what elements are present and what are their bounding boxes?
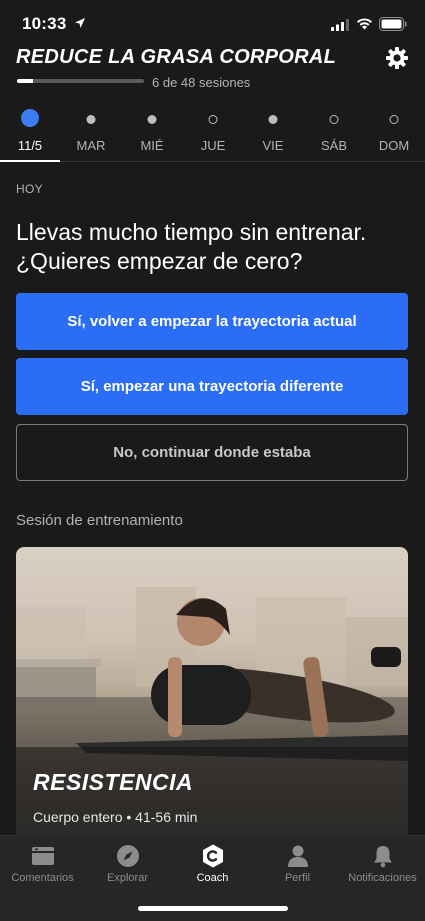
day-status-dot (86, 115, 96, 124)
workout-photo (16, 587, 408, 847)
program-progress-bar (17, 79, 144, 83)
tab-label: Coach (196, 872, 229, 884)
day-status-dot (208, 115, 218, 124)
tab-label: Perfil (284, 872, 311, 884)
day-label: MAR (76, 138, 106, 153)
day-label: 11/5 (17, 138, 43, 153)
day-label: JUE (200, 138, 226, 153)
day-tab-sab[interactable]: SÁB (304, 103, 364, 161)
continue-button[interactable]: No, continuar donde estaba (16, 424, 408, 481)
tab-notificaciones[interactable]: Notificaciones (340, 836, 425, 896)
program-progress-fill (17, 79, 33, 83)
day-status-dot (147, 115, 157, 124)
program-title: REDUCE LA GRASA CORPORAL (16, 46, 337, 68)
cellular-signal-icon (331, 19, 349, 31)
coach-icon (202, 844, 223, 868)
profile-icon (287, 845, 308, 867)
compass-icon (116, 845, 139, 867)
today-section-label: HOY (16, 182, 43, 196)
start-different-path-button[interactable]: Sí, empezar una trayectoria diferente (16, 358, 408, 415)
tab-comentarios[interactable]: Comentarios (0, 836, 85, 896)
day-status-dot (21, 109, 39, 127)
tab-explorar[interactable]: Explorar (85, 836, 170, 896)
program-progress-text: 6 de 48 sesiones (152, 75, 251, 90)
bell-icon (373, 846, 392, 868)
workout-meta: Cuerpo entero • 41-56 min (33, 809, 198, 825)
location-arrow-icon (75, 18, 85, 28)
status-time: 10:33 (22, 14, 67, 33)
session-section-label: Sesión de entrenamiento (16, 512, 183, 529)
day-tab-today[interactable]: 11/5 (0, 103, 60, 162)
day-label: DOM (378, 138, 410, 153)
status-bar: 10:33 (0, 0, 425, 46)
workout-card[interactable]: RESISTENCIA Cuerpo entero • 41-56 min (16, 547, 408, 847)
day-tab-mie[interactable]: MIÉ (122, 103, 182, 161)
day-tab-vie[interactable]: VIE (243, 103, 303, 161)
tab-perfil[interactable]: Perfil (255, 836, 340, 896)
day-status-dot (329, 115, 339, 124)
tab-label: Comentarios (11, 872, 74, 884)
gear-icon[interactable] (385, 46, 409, 70)
day-label: VIE (262, 138, 284, 153)
battery-icon (379, 17, 407, 31)
tab-label: Explorar (107, 872, 148, 884)
day-status-dot (389, 115, 399, 124)
day-tab-dom[interactable]: DOM (364, 103, 424, 161)
day-tab-jue[interactable]: JUE (183, 103, 243, 161)
day-status-dot (268, 115, 278, 124)
wifi-icon (357, 18, 372, 30)
tab-label: Notificaciones (348, 872, 417, 884)
workout-title: RESISTENCIA (33, 769, 194, 795)
restart-current-path-button[interactable]: Sí, volver a empezar la trayectoria actu… (16, 293, 408, 350)
day-label: SÁB (320, 138, 347, 153)
week-day-selector: 11/5 MAR MIÉ JUE VIE SÁB DOM (0, 103, 425, 162)
day-tab-mar[interactable]: MAR (61, 103, 121, 161)
restart-question: Llevas mucho tiempo sin entrenar. ¿Quier… (16, 219, 367, 274)
home-indicator (138, 906, 288, 911)
tab-coach[interactable]: Coach (170, 836, 255, 896)
feed-icon (31, 847, 54, 865)
day-label: MIÉ (140, 138, 164, 153)
